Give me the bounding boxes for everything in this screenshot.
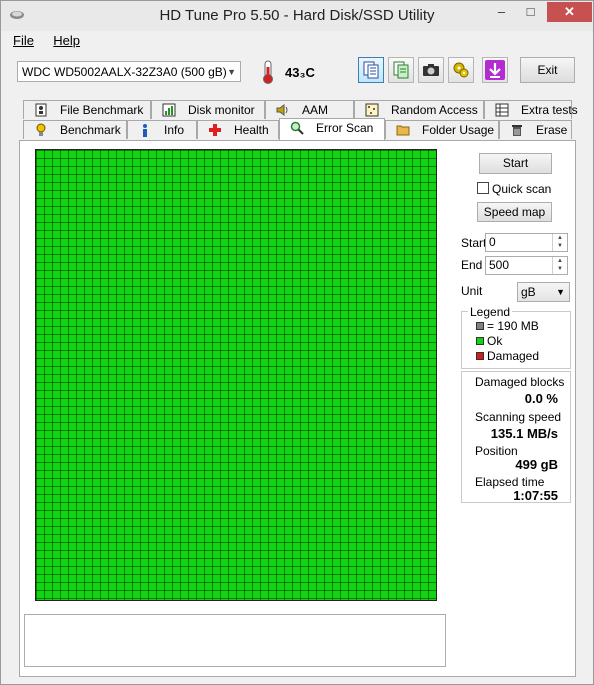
tab-label: Health [234, 123, 269, 137]
speaker-icon [276, 104, 288, 116]
title-bar[interactable]: HD Tune Pro 5.50 - Hard Disk/SSD Utility… [1, 1, 593, 31]
copy-info-button[interactable] [388, 57, 414, 83]
scan-log-box[interactable] [24, 614, 446, 667]
tab-label: Disk monitor [188, 103, 255, 117]
random-access-icon [365, 103, 379, 117]
health-cross-icon [209, 124, 221, 136]
position-value: 499 gB [515, 457, 558, 472]
scanning-speed-value: 135.1 MB/s [490, 426, 558, 441]
tab-label: Error Scan [316, 121, 374, 135]
start-scan-button[interactable]: Start [479, 153, 552, 174]
legend-damaged-label: Damaged [487, 349, 540, 363]
end-value: 500 [489, 258, 510, 272]
file-benchmark-icon [35, 103, 47, 117]
start-label: Start [461, 236, 487, 250]
legend-block-swatch [476, 322, 484, 330]
tab-label: Random Access [391, 103, 478, 117]
tab-disk-monitor[interactable]: Disk monitor [151, 100, 265, 119]
extra-tests-icon [495, 103, 509, 117]
minimize-button[interactable]: – [488, 2, 515, 22]
tab-file-benchmark[interactable]: File Benchmark [23, 100, 151, 119]
benchmark-bulb-icon [36, 123, 46, 136]
download-arrow-icon [485, 60, 505, 80]
copy-text-button[interactable] [358, 57, 384, 83]
quick-scan-checkbox[interactable] [477, 182, 489, 194]
drive-select-value: WDC WD5002AALX-32Z3A0 (500 gB) [22, 65, 227, 79]
spin-arrows-icon[interactable]: ▲ ▼ [552, 234, 567, 251]
speed-map-button[interactable]: Speed map [477, 202, 552, 222]
tab-health[interactable]: Health [197, 120, 279, 139]
tab-label: Info [164, 123, 185, 137]
copy-info-icon [393, 61, 409, 79]
trash-icon [512, 125, 522, 136]
info-icon [143, 124, 147, 137]
tab-label: Extra tests [521, 103, 578, 117]
app-window: HD Tune Pro 5.50 - Hard Disk/SSD Utility… [0, 0, 594, 685]
magnifier-icon [290, 121, 304, 135]
toolbar: WDC WD5002AALX-32Z3A0 (500 gB) ▼ 43₃C Ex… [1, 53, 593, 93]
unit-value: gB [521, 285, 536, 299]
start-value: 0 [489, 235, 496, 249]
tab-erase[interactable]: Erase [499, 120, 572, 139]
copy-text-icon [363, 61, 379, 79]
chevron-down-icon: ▼ [227, 67, 236, 77]
damaged-blocks-value: 0.0 % [524, 391, 558, 406]
drive-select[interactable]: WDC WD5002AALX-32Z3A0 (500 gB) ▼ [17, 61, 241, 82]
spin-arrows-icon[interactable]: ▲ ▼ [552, 257, 567, 274]
menu-bar: File Help [5, 33, 88, 51]
save-button[interactable] [482, 57, 508, 83]
start-spinbox[interactable]: 0 ▲ ▼ [485, 233, 568, 252]
tab-aam[interactable]: AAM [265, 100, 354, 119]
scanning-speed-label: Scanning speed [475, 410, 562, 424]
legend-ok-label: Ok [487, 334, 503, 348]
menu-help[interactable]: Help [45, 33, 88, 48]
elapsed-time-label: Elapsed time [475, 475, 545, 489]
tab-extra-tests[interactable]: Extra tests [484, 100, 578, 119]
legend-title: Legend [468, 305, 513, 319]
tab-info[interactable]: Info [127, 120, 197, 139]
tab-folder-usage[interactable]: Folder Usage [385, 120, 499, 139]
tab-label: File Benchmark [60, 103, 144, 117]
end-label: End [461, 258, 483, 272]
temperature-readout: 43₃C [285, 65, 315, 80]
unit-label: Unit [461, 284, 483, 298]
elapsed-time-value: 1:07:55 [513, 488, 558, 503]
options-gears-icon [453, 62, 469, 78]
camera-icon [423, 64, 439, 76]
legend-damaged-swatch [476, 352, 484, 360]
block-map-grid [35, 149, 437, 601]
tab-benchmark[interactable]: Benchmark [23, 120, 127, 139]
menu-file[interactable]: File [5, 33, 42, 48]
disk-monitor-icon [162, 103, 176, 117]
legend-ok-swatch [476, 337, 484, 345]
maximize-button[interactable]: □ [517, 2, 544, 22]
close-button[interactable]: ✕ [547, 2, 592, 22]
tab-label: Folder Usage [422, 123, 495, 137]
end-spinbox[interactable]: 500 ▲ ▼ [485, 256, 568, 275]
quick-scan-label[interactable]: Quick scan [492, 182, 551, 196]
damaged-blocks-label: Damaged blocks [475, 375, 565, 389]
tab-label: Erase [536, 123, 568, 137]
exit-button[interactable]: Exit [520, 57, 575, 83]
tab-random-access[interactable]: Random Access [354, 100, 484, 119]
chevron-down-icon: ▼ [556, 287, 565, 297]
position-label: Position [475, 444, 518, 458]
screenshot-button[interactable] [418, 57, 444, 83]
legend-block-label: = 190 MB [487, 319, 539, 333]
options-button[interactable] [448, 57, 474, 83]
thermometer-icon [263, 60, 273, 84]
tab-label: Benchmark [60, 123, 121, 137]
folder-icon [396, 125, 410, 136]
unit-select[interactable]: gB ▼ [517, 282, 570, 302]
tab-error-scan[interactable]: Error Scan [279, 118, 385, 140]
